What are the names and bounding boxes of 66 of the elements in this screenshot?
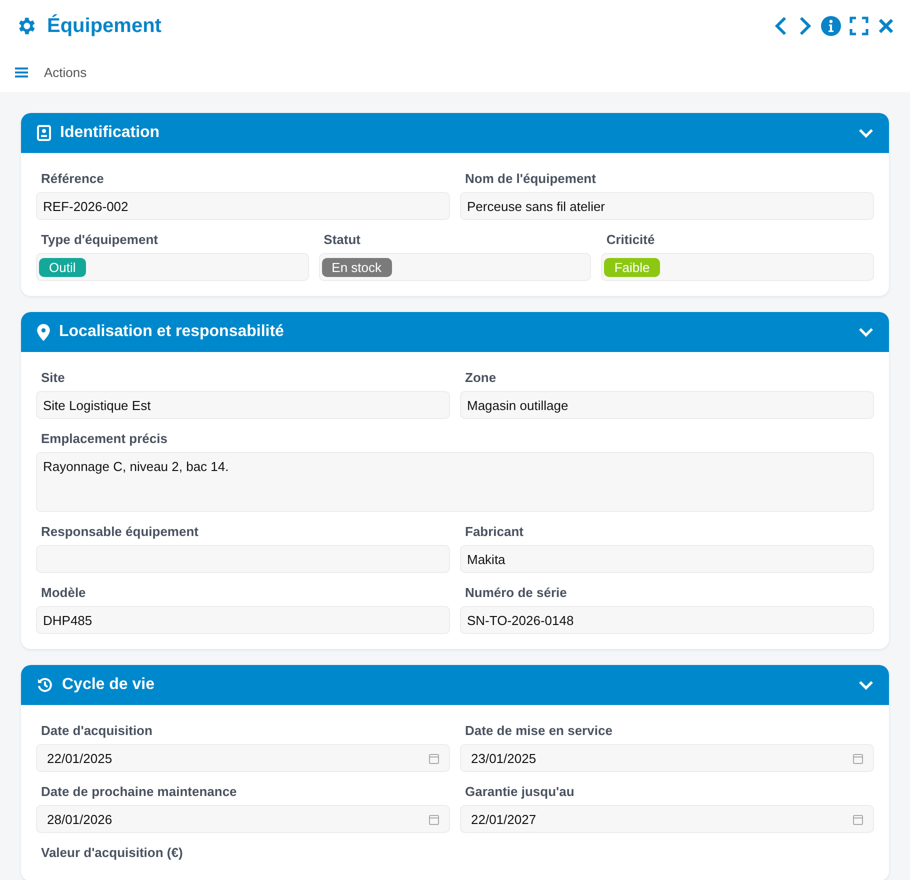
calendar-icon — [429, 752, 439, 764]
field-label: Numéro de série — [464, 584, 568, 602]
date-field[interactable]: 23/01/2025 — [460, 744, 874, 772]
chevron-left-icon — [773, 16, 789, 36]
field-label: Responsable équipement — [40, 523, 200, 541]
status-tag: Faible — [604, 258, 660, 276]
badge-icon — [37, 125, 51, 141]
section-header[interactable]: Identification — [21, 113, 889, 153]
select-field[interactable]: En stock — [318, 253, 592, 281]
section-header[interactable]: Localisation et responsabilité — [21, 312, 889, 352]
field-label: Emplacement précis — [40, 430, 168, 448]
section-title: Localisation et responsabilité — [59, 323, 285, 341]
date-field[interactable]: 28/01/2026 — [36, 805, 450, 833]
section-header[interactable]: Cycle de vie — [21, 665, 889, 705]
status-tag: En stock — [322, 258, 392, 276]
field-label: Date d'acquisition — [40, 722, 154, 740]
date-field[interactable]: 22/01/2025 — [36, 744, 450, 772]
status-tag: Outil — [39, 258, 86, 276]
field-label: Valeur d'acquisition (€) — [40, 844, 184, 862]
calendar-icon — [853, 814, 863, 824]
field-label: Statut — [322, 231, 362, 249]
chevron-icon — [859, 128, 873, 138]
field-label: Garantie jusqu'au — [464, 783, 576, 801]
previous-button[interactable] — [773, 16, 789, 36]
menu-button[interactable] — [15, 66, 28, 78]
field-label: Nom de l'équipement — [464, 170, 597, 188]
field-label: Type d'équipement — [40, 231, 159, 249]
field-label: Site — [40, 369, 66, 387]
section-title: Identification — [60, 124, 161, 142]
field-label: Date de mise en service — [464, 722, 614, 740]
calendar-icon — [429, 814, 439, 824]
info-icon — [821, 16, 841, 36]
actions-label: Actions — [44, 64, 87, 80]
section-title: Cycle de vie — [62, 676, 156, 694]
date-field[interactable]: 22/01/2027 — [460, 805, 874, 833]
location-pin-icon — [37, 324, 50, 340]
input-field[interactable]: REF-2026-002 — [36, 192, 450, 220]
close-button[interactable] — [877, 17, 895, 35]
chevron-icon — [859, 327, 873, 337]
calendar-icon — [853, 752, 863, 764]
input-field[interactable]: Makita — [460, 545, 874, 573]
window-title: Équipement — [47, 14, 162, 38]
collapse-button[interactable] — [859, 327, 873, 337]
input-field[interactable]: Magasin outillage — [460, 391, 874, 419]
field-label: Date de prochaine maintenance — [40, 783, 238, 801]
chevron-icon — [859, 680, 873, 690]
field-label: Référence — [40, 170, 105, 188]
collapse-button[interactable] — [859, 680, 873, 690]
next-button[interactable] — [797, 16, 813, 36]
fullscreen-button[interactable] — [849, 16, 869, 36]
menu-icon — [15, 66, 28, 78]
input-field[interactable]: Site Logistique Est — [36, 391, 450, 419]
info-button[interactable] — [821, 16, 841, 36]
input-field[interactable]: Perceuse sans fil atelier — [460, 192, 874, 220]
expand-icon — [849, 16, 869, 36]
input-field[interactable]: DHP485 — [36, 606, 450, 634]
field-label: Fabricant — [464, 523, 525, 541]
history-icon — [37, 677, 53, 693]
field-label: Zone — [464, 369, 498, 387]
field-label: Modèle — [40, 584, 87, 602]
text-area[interactable]: Rayonnage C, niveau 2, bac 14. — [36, 452, 874, 512]
input-field[interactable]: SN-TO-2026-0148 — [460, 606, 874, 634]
field-label: Criticité — [605, 231, 656, 249]
close-icon — [877, 17, 895, 35]
collapse-button[interactable] — [859, 128, 873, 138]
chevron-right-icon — [797, 16, 813, 36]
